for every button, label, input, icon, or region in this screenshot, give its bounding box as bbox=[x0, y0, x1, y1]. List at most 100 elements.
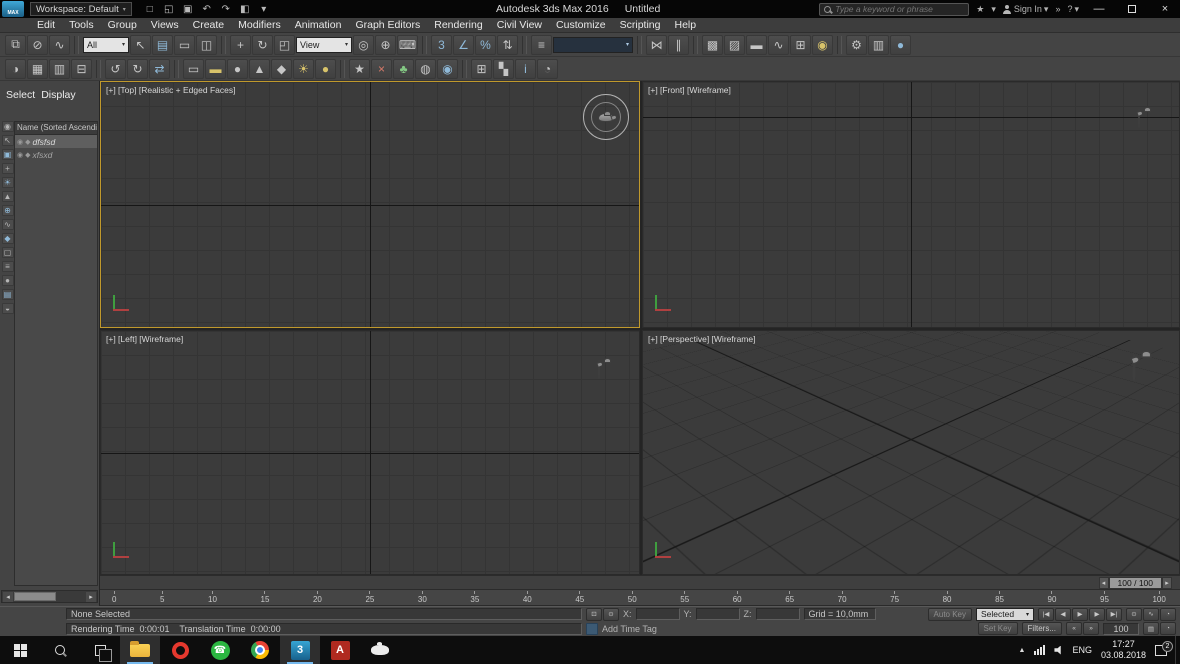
open-mini-listener-icon[interactable]: ▤ bbox=[1143, 622, 1159, 635]
workspace-dropdown[interactable]: Workspace: Default ▾ bbox=[30, 2, 132, 16]
close-button[interactable]: × bbox=[1152, 0, 1178, 18]
menu-views[interactable]: Views bbox=[144, 18, 186, 33]
previous-frame-arrow-icon[interactable]: ◂ bbox=[1099, 577, 1109, 589]
hidden-icons-chevron-icon[interactable]: ▲ bbox=[1019, 647, 1026, 654]
teapot-object[interactable] bbox=[598, 113, 614, 122]
edit-named-selection-sets-icon[interactable]: ≡ bbox=[531, 35, 552, 55]
schematic-view-icon[interactable]: ⊞ bbox=[790, 35, 811, 55]
select-and-scale-icon[interactable]: ◰ bbox=[274, 35, 295, 55]
explorer-horizontal-scrollbar[interactable]: ◂ ▸ bbox=[1, 590, 98, 603]
plane-primitive-icon[interactable]: ▭ bbox=[183, 59, 204, 79]
taskbar-clock[interactable]: 17:27 03.08.2018 bbox=[1101, 639, 1146, 661]
menu-rendering[interactable]: Rendering bbox=[427, 18, 489, 33]
scroll-left-icon[interactable]: ◂ bbox=[3, 592, 13, 602]
quick-access-more-icon[interactable]: ▾ bbox=[256, 2, 272, 16]
select-cursor-icon[interactable]: ↖ bbox=[2, 135, 14, 146]
explorer-menu-select[interactable]: Select bbox=[6, 89, 35, 101]
help-search-box[interactable] bbox=[819, 3, 969, 16]
reference-coordinate-dropdown[interactable]: View bbox=[296, 37, 352, 53]
max-app-icon[interactable]: MAX bbox=[2, 1, 24, 17]
next-frame-arrow-icon[interactable]: ▸ bbox=[1162, 577, 1172, 589]
star-shape-icon[interactable]: ★ bbox=[349, 59, 370, 79]
use-pivot-point-center-icon[interactable]: ◎ bbox=[353, 35, 374, 55]
action-center-icon[interactable]: 2 bbox=[1155, 645, 1167, 656]
set-key-button[interactable]: Set Key bbox=[978, 622, 1018, 635]
cone-primitive-icon[interactable]: ▲ bbox=[249, 59, 270, 79]
new-scene-icon[interactable]: □ bbox=[142, 2, 158, 16]
geometry-filter-icon[interactable]: ▣ bbox=[2, 149, 14, 160]
menu-tools[interactable]: Tools bbox=[62, 18, 101, 33]
track-bar-ruler[interactable]: 0510152025303540455055606570758085909510… bbox=[100, 590, 1180, 606]
menu-edit[interactable]: Edit bbox=[30, 18, 62, 33]
y-coordinate-field[interactable] bbox=[696, 608, 740, 620]
taskbar-teapot-app[interactable] bbox=[360, 636, 400, 664]
key-filters-button[interactable]: Filters... bbox=[1022, 622, 1062, 635]
time-configuration-icon[interactable]: ◔ bbox=[1160, 608, 1176, 621]
sphere-shade-icon[interactable]: ◑ bbox=[5, 59, 26, 79]
delete-tool-icon[interactable]: × bbox=[371, 59, 392, 79]
mirror-icon[interactable]: ⋈ bbox=[646, 35, 667, 55]
dark-sphere-icon[interactable]: ◍ bbox=[415, 59, 436, 79]
scrollbar-thumb[interactable] bbox=[14, 592, 56, 601]
align-icon[interactable]: ∥ bbox=[668, 35, 689, 55]
toolbar-separator[interactable] bbox=[96, 60, 101, 78]
pin-explorer-icon[interactable]: ● bbox=[2, 275, 14, 286]
show-desktop-button[interactable] bbox=[1175, 636, 1180, 664]
select-and-rotate-icon[interactable]: ↻ bbox=[252, 35, 273, 55]
orbit-cw-icon[interactable]: ↻ bbox=[127, 59, 148, 79]
toolbar-separator[interactable] bbox=[422, 36, 427, 54]
taskbar-file-explorer[interactable] bbox=[120, 636, 160, 664]
spinner-snap-toggle-icon[interactable]: ⇅ bbox=[497, 35, 518, 55]
viewport-perspective[interactable]: [+] [Perspective] [Wireframe] bbox=[642, 330, 1180, 575]
taskbar-whatsapp[interactable]: ☎ bbox=[200, 636, 240, 664]
help-menu-button[interactable]: ? ▾ bbox=[1067, 4, 1079, 15]
checker-icon[interactable]: ▚ bbox=[493, 59, 514, 79]
grid-helper-icon[interactable]: ⊞ bbox=[471, 59, 492, 79]
select-and-move-icon[interactable]: + bbox=[230, 35, 251, 55]
rectangular-selection-region-icon[interactable]: ▭ bbox=[174, 35, 195, 55]
go-to-end-button[interactable]: ▶| bbox=[1106, 608, 1122, 621]
camera-filter-icon[interactable]: ▲ bbox=[2, 191, 14, 202]
light-filter-icon[interactable]: ☀ bbox=[2, 177, 14, 188]
curve-editor-icon[interactable]: ∿ bbox=[768, 35, 789, 55]
select-by-name-icon[interactable]: ▤ bbox=[152, 35, 173, 55]
volume-icon[interactable] bbox=[1054, 646, 1063, 655]
info-icon[interactable]: i bbox=[515, 59, 536, 79]
time-icon[interactable]: ◔ bbox=[537, 59, 558, 79]
sphere-primitive-icon[interactable]: ● bbox=[227, 59, 248, 79]
time-configuration-icon[interactable]: ◔ bbox=[1160, 622, 1176, 635]
auto-key-button[interactable]: Auto Key bbox=[928, 608, 972, 621]
explorer-menu-display[interactable]: Display bbox=[41, 89, 75, 101]
time-slider-thumb[interactable]: ◂ 100 / 100 ▸ bbox=[1099, 577, 1172, 589]
bone-filter-icon[interactable]: ◆ bbox=[2, 233, 14, 244]
toolbar-separator[interactable] bbox=[74, 36, 79, 54]
keyboard-shortcut-override-icon[interactable]: ⌨ bbox=[397, 35, 418, 55]
container-filter-icon[interactable]: ▢ bbox=[2, 247, 14, 258]
snaps-toggle-3d-icon[interactable]: 3 bbox=[431, 35, 452, 55]
viewport-front[interactable]: [+] [Front] [Wireframe] bbox=[642, 81, 1180, 328]
percent-snap-toggle-icon[interactable]: % bbox=[475, 35, 496, 55]
menu-graph-editors[interactable]: Graph Editors bbox=[348, 18, 427, 33]
menu-group[interactable]: Group bbox=[101, 18, 144, 33]
selection-filter-dropdown[interactable]: All bbox=[83, 37, 129, 53]
task-view-button[interactable] bbox=[80, 636, 120, 664]
render-production-icon[interactable]: ● bbox=[890, 35, 911, 55]
mini-curve-editor-icon[interactable]: ∿ bbox=[1143, 608, 1159, 621]
geosphere-primitive-icon[interactable]: ● bbox=[315, 59, 336, 79]
explorer-sort-header[interactable]: Name (Sorted Ascendi bbox=[15, 122, 97, 135]
sign-in-button[interactable]: Sign In ▾ bbox=[1003, 4, 1049, 15]
favorites-star-icon[interactable]: ★ bbox=[976, 4, 984, 15]
toolbar-separator[interactable] bbox=[340, 60, 345, 78]
list-item[interactable]: ◉ ◆ xfsxd bbox=[15, 148, 97, 161]
menu-create[interactable]: Create bbox=[186, 18, 232, 33]
network-icon[interactable] bbox=[1034, 645, 1045, 655]
next-frame-button[interactable]: ▶ bbox=[1089, 608, 1105, 621]
box-primitive-icon[interactable]: ▬ bbox=[205, 59, 226, 79]
viewport-layout-icon[interactable]: ▦ bbox=[27, 59, 48, 79]
minimize-button[interactable]: — bbox=[1086, 0, 1112, 18]
save-file-icon[interactable]: ▣ bbox=[180, 2, 196, 16]
viewport-label[interactable]: [+] [Left] [Wireframe] bbox=[106, 334, 183, 344]
maximize-button[interactable] bbox=[1119, 0, 1145, 18]
redo-icon[interactable]: ↷ bbox=[218, 2, 234, 16]
toolbar-separator[interactable] bbox=[637, 36, 642, 54]
